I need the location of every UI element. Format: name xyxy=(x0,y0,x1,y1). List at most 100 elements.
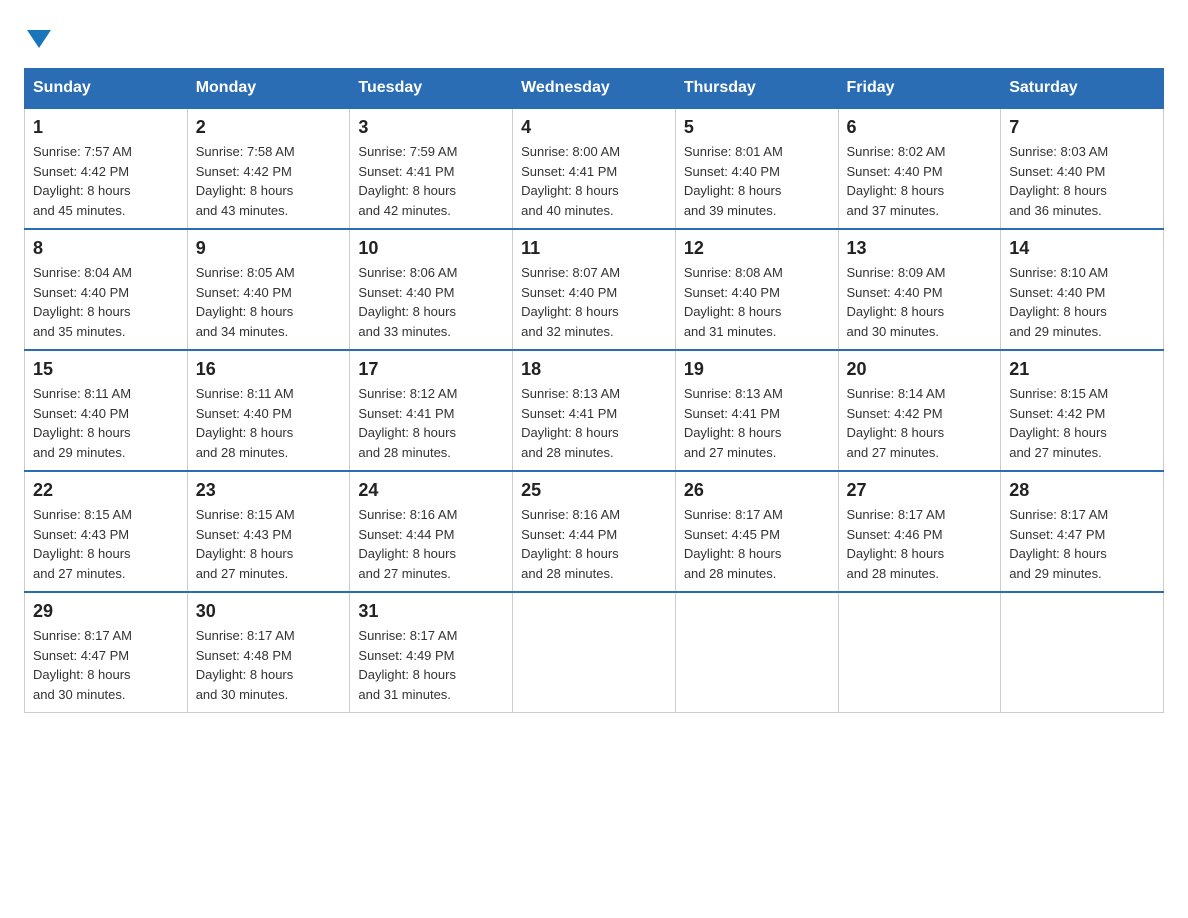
calendar-cell: 6 Sunrise: 8:02 AM Sunset: 4:40 PM Dayli… xyxy=(838,108,1001,229)
calendar-cell xyxy=(675,592,838,713)
column-header-wednesday: Wednesday xyxy=(513,69,676,109)
day-number: 17 xyxy=(358,359,504,380)
logo-arrow-icon xyxy=(27,30,51,48)
day-info: Sunrise: 8:05 AM Sunset: 4:40 PM Dayligh… xyxy=(196,263,342,341)
day-number: 2 xyxy=(196,117,342,138)
week-row-1: 1 Sunrise: 7:57 AM Sunset: 4:42 PM Dayli… xyxy=(25,108,1164,229)
calendar-cell: 4 Sunrise: 8:00 AM Sunset: 4:41 PM Dayli… xyxy=(513,108,676,229)
day-info: Sunrise: 7:57 AM Sunset: 4:42 PM Dayligh… xyxy=(33,142,179,220)
calendar-cell: 1 Sunrise: 7:57 AM Sunset: 4:42 PM Dayli… xyxy=(25,108,188,229)
day-info: Sunrise: 7:59 AM Sunset: 4:41 PM Dayligh… xyxy=(358,142,504,220)
day-number: 31 xyxy=(358,601,504,622)
calendar-cell: 15 Sunrise: 8:11 AM Sunset: 4:40 PM Dayl… xyxy=(25,350,188,471)
page-header xyxy=(24,24,1164,48)
day-number: 19 xyxy=(684,359,830,380)
calendar-cell: 12 Sunrise: 8:08 AM Sunset: 4:40 PM Dayl… xyxy=(675,229,838,350)
day-info: Sunrise: 8:11 AM Sunset: 4:40 PM Dayligh… xyxy=(196,384,342,462)
column-header-sunday: Sunday xyxy=(25,69,188,109)
day-number: 12 xyxy=(684,238,830,259)
day-number: 26 xyxy=(684,480,830,501)
day-info: Sunrise: 8:08 AM Sunset: 4:40 PM Dayligh… xyxy=(684,263,830,341)
day-info: Sunrise: 8:12 AM Sunset: 4:41 PM Dayligh… xyxy=(358,384,504,462)
day-info: Sunrise: 8:17 AM Sunset: 4:48 PM Dayligh… xyxy=(196,626,342,704)
calendar-cell: 29 Sunrise: 8:17 AM Sunset: 4:47 PM Dayl… xyxy=(25,592,188,713)
day-number: 24 xyxy=(358,480,504,501)
day-number: 27 xyxy=(847,480,993,501)
day-number: 23 xyxy=(196,480,342,501)
calendar-cell: 13 Sunrise: 8:09 AM Sunset: 4:40 PM Dayl… xyxy=(838,229,1001,350)
day-info: Sunrise: 8:15 AM Sunset: 4:43 PM Dayligh… xyxy=(33,505,179,583)
day-info: Sunrise: 8:17 AM Sunset: 4:47 PM Dayligh… xyxy=(1009,505,1155,583)
calendar-cell: 10 Sunrise: 8:06 AM Sunset: 4:40 PM Dayl… xyxy=(350,229,513,350)
day-info: Sunrise: 8:03 AM Sunset: 4:40 PM Dayligh… xyxy=(1009,142,1155,220)
day-info: Sunrise: 8:09 AM Sunset: 4:40 PM Dayligh… xyxy=(847,263,993,341)
day-info: Sunrise: 8:10 AM Sunset: 4:40 PM Dayligh… xyxy=(1009,263,1155,341)
day-number: 29 xyxy=(33,601,179,622)
day-info: Sunrise: 8:07 AM Sunset: 4:40 PM Dayligh… xyxy=(521,263,667,341)
column-header-tuesday: Tuesday xyxy=(350,69,513,109)
day-number: 3 xyxy=(358,117,504,138)
calendar-cell: 23 Sunrise: 8:15 AM Sunset: 4:43 PM Dayl… xyxy=(187,471,350,592)
day-number: 10 xyxy=(358,238,504,259)
calendar-cell: 11 Sunrise: 8:07 AM Sunset: 4:40 PM Dayl… xyxy=(513,229,676,350)
day-number: 11 xyxy=(521,238,667,259)
calendar-cell: 21 Sunrise: 8:15 AM Sunset: 4:42 PM Dayl… xyxy=(1001,350,1164,471)
calendar-cell: 17 Sunrise: 8:12 AM Sunset: 4:41 PM Dayl… xyxy=(350,350,513,471)
week-row-4: 22 Sunrise: 8:15 AM Sunset: 4:43 PM Dayl… xyxy=(25,471,1164,592)
day-number: 1 xyxy=(33,117,179,138)
column-header-saturday: Saturday xyxy=(1001,69,1164,109)
week-row-5: 29 Sunrise: 8:17 AM Sunset: 4:47 PM Dayl… xyxy=(25,592,1164,713)
day-number: 4 xyxy=(521,117,667,138)
calendar-cell: 18 Sunrise: 8:13 AM Sunset: 4:41 PM Dayl… xyxy=(513,350,676,471)
calendar-cell: 20 Sunrise: 8:14 AM Sunset: 4:42 PM Dayl… xyxy=(838,350,1001,471)
day-number: 7 xyxy=(1009,117,1155,138)
day-info: Sunrise: 8:17 AM Sunset: 4:45 PM Dayligh… xyxy=(684,505,830,583)
day-number: 9 xyxy=(196,238,342,259)
day-number: 8 xyxy=(33,238,179,259)
day-info: Sunrise: 8:00 AM Sunset: 4:41 PM Dayligh… xyxy=(521,142,667,220)
calendar-cell: 30 Sunrise: 8:17 AM Sunset: 4:48 PM Dayl… xyxy=(187,592,350,713)
calendar-cell: 14 Sunrise: 8:10 AM Sunset: 4:40 PM Dayl… xyxy=(1001,229,1164,350)
day-number: 22 xyxy=(33,480,179,501)
day-number: 5 xyxy=(684,117,830,138)
calendar-cell: 16 Sunrise: 8:11 AM Sunset: 4:40 PM Dayl… xyxy=(187,350,350,471)
column-header-friday: Friday xyxy=(838,69,1001,109)
calendar-cell xyxy=(838,592,1001,713)
day-number: 14 xyxy=(1009,238,1155,259)
calendar-cell: 7 Sunrise: 8:03 AM Sunset: 4:40 PM Dayli… xyxy=(1001,108,1164,229)
day-info: Sunrise: 8:06 AM Sunset: 4:40 PM Dayligh… xyxy=(358,263,504,341)
day-number: 28 xyxy=(1009,480,1155,501)
day-number: 18 xyxy=(521,359,667,380)
day-info: Sunrise: 8:11 AM Sunset: 4:40 PM Dayligh… xyxy=(33,384,179,462)
calendar-cell: 8 Sunrise: 8:04 AM Sunset: 4:40 PM Dayli… xyxy=(25,229,188,350)
day-number: 30 xyxy=(196,601,342,622)
day-info: Sunrise: 8:01 AM Sunset: 4:40 PM Dayligh… xyxy=(684,142,830,220)
calendar-table: SundayMondayTuesdayWednesdayThursdayFrid… xyxy=(24,68,1164,713)
logo xyxy=(24,24,51,48)
calendar-cell: 28 Sunrise: 8:17 AM Sunset: 4:47 PM Dayl… xyxy=(1001,471,1164,592)
day-info: Sunrise: 8:13 AM Sunset: 4:41 PM Dayligh… xyxy=(684,384,830,462)
day-info: Sunrise: 8:17 AM Sunset: 4:49 PM Dayligh… xyxy=(358,626,504,704)
day-info: Sunrise: 8:02 AM Sunset: 4:40 PM Dayligh… xyxy=(847,142,993,220)
column-header-thursday: Thursday xyxy=(675,69,838,109)
day-number: 16 xyxy=(196,359,342,380)
day-number: 20 xyxy=(847,359,993,380)
day-info: Sunrise: 8:13 AM Sunset: 4:41 PM Dayligh… xyxy=(521,384,667,462)
calendar-cell: 22 Sunrise: 8:15 AM Sunset: 4:43 PM Dayl… xyxy=(25,471,188,592)
day-info: Sunrise: 8:04 AM Sunset: 4:40 PM Dayligh… xyxy=(33,263,179,341)
day-number: 13 xyxy=(847,238,993,259)
week-row-2: 8 Sunrise: 8:04 AM Sunset: 4:40 PM Dayli… xyxy=(25,229,1164,350)
day-info: Sunrise: 8:16 AM Sunset: 4:44 PM Dayligh… xyxy=(358,505,504,583)
day-info: Sunrise: 8:17 AM Sunset: 4:47 PM Dayligh… xyxy=(33,626,179,704)
day-info: Sunrise: 8:16 AM Sunset: 4:44 PM Dayligh… xyxy=(521,505,667,583)
calendar-cell: 2 Sunrise: 7:58 AM Sunset: 4:42 PM Dayli… xyxy=(187,108,350,229)
calendar-cell xyxy=(513,592,676,713)
day-info: Sunrise: 8:15 AM Sunset: 4:42 PM Dayligh… xyxy=(1009,384,1155,462)
calendar-cell: 31 Sunrise: 8:17 AM Sunset: 4:49 PM Dayl… xyxy=(350,592,513,713)
calendar-cell: 25 Sunrise: 8:16 AM Sunset: 4:44 PM Dayl… xyxy=(513,471,676,592)
day-info: Sunrise: 8:15 AM Sunset: 4:43 PM Dayligh… xyxy=(196,505,342,583)
day-number: 6 xyxy=(847,117,993,138)
day-number: 21 xyxy=(1009,359,1155,380)
calendar-cell xyxy=(1001,592,1164,713)
calendar-cell: 9 Sunrise: 8:05 AM Sunset: 4:40 PM Dayli… xyxy=(187,229,350,350)
